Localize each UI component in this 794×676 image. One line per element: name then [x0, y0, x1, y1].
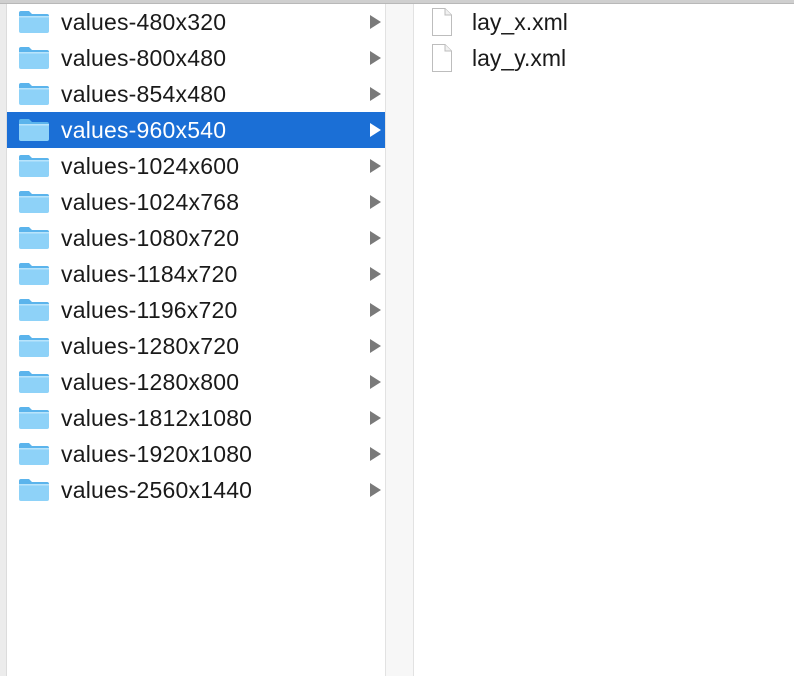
- chevron-right-icon: [370, 447, 381, 461]
- chevron-right-icon: [370, 123, 381, 137]
- column-divider[interactable]: [386, 4, 414, 676]
- chevron-right-icon: [370, 15, 381, 29]
- chevron-right-icon: [370, 195, 381, 209]
- folder-icon: [18, 154, 50, 178]
- chevron-right-icon: [370, 159, 381, 173]
- folder-label: values-1080x720: [61, 224, 240, 251]
- folder-label: values-1812x1080: [61, 404, 253, 431]
- folder-label: values-960x540: [61, 116, 227, 143]
- folder-label: values-480x320: [61, 8, 227, 35]
- folder-row[interactable]: values-1080x720: [7, 220, 385, 256]
- file-label: lay_x.xml: [472, 8, 568, 35]
- folder-icon: [18, 334, 50, 358]
- folder-row[interactable]: values-1812x1080: [7, 400, 385, 436]
- folder-icon: [18, 190, 50, 214]
- folder-label: values-2560x1440: [61, 476, 253, 503]
- folder-label: values-1024x600: [61, 152, 240, 179]
- chevron-right-icon: [370, 267, 381, 281]
- chevron-right-icon: [370, 231, 381, 245]
- folder-icon: [18, 370, 50, 394]
- folder-list: values-480x320 values-800x480 values-854…: [7, 4, 385, 508]
- folder-icon: [18, 406, 50, 430]
- file-row[interactable]: lay_x.xml: [414, 4, 794, 40]
- folder-row-selected[interactable]: values-960x540: [7, 112, 385, 148]
- folder-row[interactable]: values-1184x720: [7, 256, 385, 292]
- folder-row[interactable]: values-1920x1080: [7, 436, 385, 472]
- folder-label: values-1024x768: [61, 188, 240, 215]
- folder-column[interactable]: values-480x320 values-800x480 values-854…: [7, 4, 386, 676]
- folder-row[interactable]: values-800x480: [7, 40, 385, 76]
- folder-icon: [18, 262, 50, 286]
- file-column[interactable]: lay_x.xml lay_y.xml: [414, 4, 794, 676]
- chevron-right-icon: [370, 303, 381, 317]
- folder-label: values-1184x720: [61, 260, 238, 287]
- folder-icon: [18, 46, 50, 70]
- folder-row[interactable]: values-1280x800: [7, 364, 385, 400]
- file-row[interactable]: lay_y.xml: [414, 40, 794, 76]
- folder-row[interactable]: values-1280x720: [7, 328, 385, 364]
- folder-row[interactable]: values-854x480: [7, 76, 385, 112]
- folder-row[interactable]: values-2560x1440: [7, 472, 385, 508]
- chevron-right-icon: [370, 411, 381, 425]
- folder-row[interactable]: values-1024x768: [7, 184, 385, 220]
- file-label: lay_y.xml: [472, 44, 567, 71]
- chevron-right-icon: [370, 51, 381, 65]
- folder-icon: [18, 10, 50, 34]
- chevron-right-icon: [370, 483, 381, 497]
- chevron-right-icon: [370, 339, 381, 353]
- folder-label: values-1196x720: [61, 296, 238, 323]
- folder-label: values-854x480: [61, 80, 227, 107]
- folder-label: values-1280x720: [61, 332, 240, 359]
- folder-icon: [18, 298, 50, 322]
- chevron-right-icon: [370, 375, 381, 389]
- chevron-right-icon: [370, 87, 381, 101]
- folder-label: values-800x480: [61, 44, 227, 71]
- file-list: lay_x.xml lay_y.xml: [414, 4, 794, 76]
- document-icon: [431, 7, 453, 37]
- sidebar-edge: [0, 4, 7, 676]
- folder-icon: [18, 226, 50, 250]
- folder-row[interactable]: values-1196x720: [7, 292, 385, 328]
- folder-icon: [18, 118, 50, 142]
- folder-icon: [18, 478, 50, 502]
- folder-icon: [18, 82, 50, 106]
- folder-row[interactable]: values-480x320: [7, 4, 385, 40]
- folder-label: values-1280x800: [61, 368, 240, 395]
- folder-label: values-1920x1080: [61, 440, 253, 467]
- document-icon: [431, 43, 453, 73]
- folder-icon: [18, 442, 50, 466]
- folder-row[interactable]: values-1024x600: [7, 148, 385, 184]
